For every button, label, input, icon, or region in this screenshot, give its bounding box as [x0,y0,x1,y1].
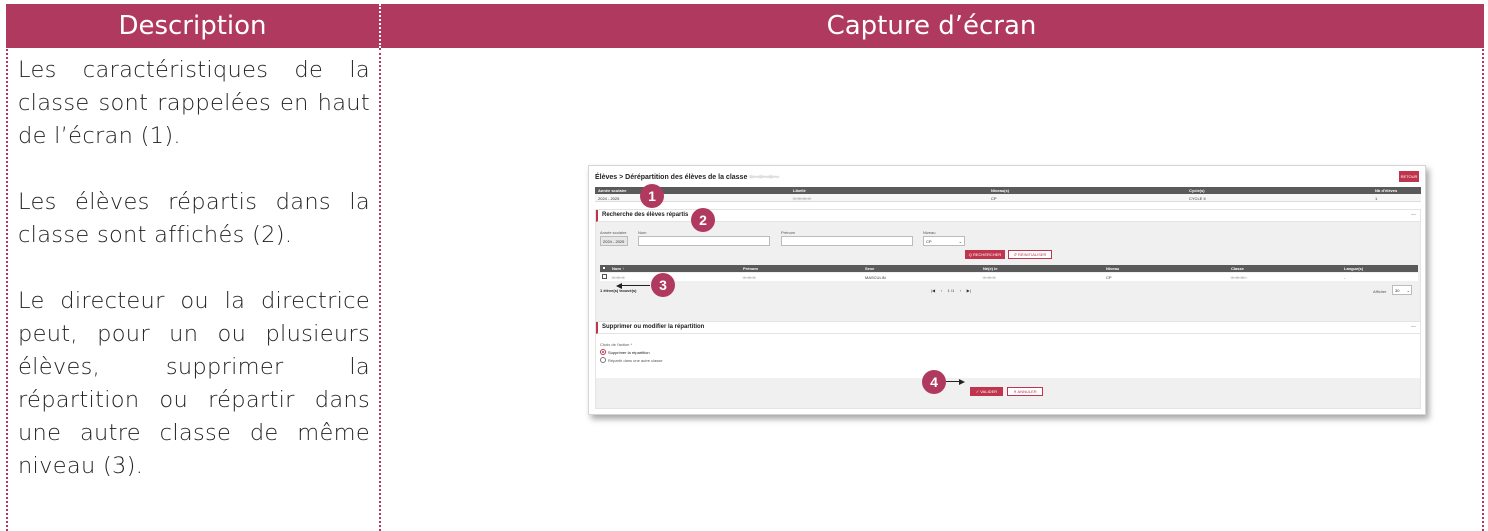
search-section-bar[interactable]: Recherche des élèves répartis — [596,210,1420,222]
nom-label: Nom [638,230,647,235]
info-col-annee: Année scolaire [598,188,627,193]
search-section: Recherche des élèves répartis — Année sc… [595,209,1421,326]
retour-button[interactable]: RETOUR [1399,171,1419,182]
header-description: Description [118,11,267,41]
prenom-label: Prénom [781,230,796,235]
info-nb: 1 [1375,196,1378,201]
col-nom[interactable]: Nom ↑ [612,266,624,271]
valider-button[interactable]: ✓ VALIDER [970,387,1003,396]
row-checkbox[interactable] [602,274,607,279]
description-paragraph-1: Les caractéristiques de la classe sont r… [18,57,370,149]
description-paragraph-3: Le directeur ou la directrice peut, pour… [18,288,370,479]
row-sexe: MASCULIN [865,275,886,280]
option-supprimer[interactable]: Supprimer la répartition [608,350,650,355]
row-prenom-blurred: ≈⁓≈⁓≈ [743,275,756,280]
class-info-row: 2024 - 2025 ≈⁓≈⁓≈⁓≈ CP CYCLE II 1 [595,194,1421,202]
info-cycles: CYCLE II [1189,196,1206,201]
info-col-niveaux: Niveau(x) [991,188,1010,193]
description-text: Les caractéristiques de la classe sont r… [18,54,370,516]
niveau-label: Niveau [923,230,936,235]
prenom-input[interactable] [781,236,913,246]
header-capture: Capture d’écran [826,11,1037,41]
table-row[interactable]: ≈⁓≈⁓≈ ≈⁓≈⁓≈ MASCULIN ≈⁓≈⁓≈ CP ≈⁓≈⁓≈⁓ - [600,273,1418,281]
row-date-blurred: ≈⁓≈⁓≈ [983,275,996,280]
table-border-left [6,4,8,531]
select-all-checkbox[interactable] [602,266,606,270]
col-niveau[interactable]: Niveau [1106,266,1119,271]
afficher-select[interactable]: 30 ⌄ [1392,285,1412,295]
page-title: Élèves > Dérépartition des élèves de la … [595,174,779,181]
class-info-header: Année scolaire Libellé Niveau(x) Cycle(s… [595,187,1421,194]
table-header-row: Description Capture d’écran [6,4,1484,48]
marker-1: 1 [640,184,664,208]
action-form: Choix de l’action * Supprimer la réparti… [596,334,1420,378]
col-sexe[interactable]: Sexe [865,266,874,271]
annee-field[interactable]: 2024 - 2025 [600,236,628,246]
chevron-down-icon: ⌄ [1406,288,1410,293]
marker-4: 4 [922,370,946,394]
collapse-icon[interactable]: — [1411,212,1416,218]
col-prenom[interactable]: Prénom [743,266,758,271]
arrow-4 [946,381,960,382]
info-col-libelle: Libellé [793,188,806,193]
description-paragraph-2: Les élèves répartis dans la classe sont … [18,189,370,248]
rechercher-button[interactable]: Q RECHERCHER [965,250,1005,259]
info-annee: 2024 - 2025 [598,196,620,201]
row-niveau: CP [1106,275,1112,280]
app-screenshot: Élèves > Dérépartition des élèves de la … [588,165,1426,415]
annuler-button[interactable]: ✕ ANNULER [1007,387,1043,396]
radio-supprimer[interactable] [600,349,606,355]
results-table-header: Nom ↑ Prénom Sexe Né(e) le Niveau Classe… [600,265,1418,272]
table-border-right [1482,4,1484,531]
option-repartir[interactable]: Répartir dans une autre classe [608,358,662,363]
radio-repartir[interactable] [600,357,606,363]
info-col-cycles: Cycle(s) [1189,188,1205,193]
table-border-middle [379,48,381,531]
col-langues[interactable]: Langue(s) [1344,266,1363,271]
nom-input[interactable] [638,236,770,246]
row-nom-blurred: ≈⁓≈⁓≈ [612,275,625,280]
reinitialiser-button[interactable]: ↺ RÉINITIALISER [1008,250,1052,259]
action-label: Choix de l’action * [600,342,633,347]
search-section-title: Recherche des élèves répartis [602,212,689,218]
info-col-nb: Nb d’élèves [1375,188,1398,193]
col-classe[interactable]: Classe [1231,266,1244,271]
info-libelle-blurred: ≈⁓≈⁓≈⁓≈ [793,196,811,201]
info-niveaux: CP [991,196,997,201]
action-section-bar[interactable]: Supprimer ou modifier la répartition — [596,322,1420,334]
col-ne-le[interactable]: Né(e) le [983,266,997,271]
arrow-right-icon [959,379,965,385]
marker-2: 2 [691,208,715,232]
action-section-title: Supprimer ou modifier la répartition [602,324,705,330]
arrow-left-icon [616,283,622,289]
row-classe-blurred: ≈⁓≈⁓≈⁓ [1231,275,1247,280]
niveau-select[interactable]: CP ⌄ [923,236,965,246]
chevron-down-icon: ⌄ [958,239,962,244]
afficher-label: Afficher [1373,289,1387,294]
marker-3: 3 [651,273,675,297]
collapse-icon[interactable]: — [1411,324,1416,330]
action-section: Supprimer ou modifier la répartition — C… [595,321,1421,409]
pagination[interactable]: |◀ ‹ 1 /1 › ▶| [931,288,971,293]
arrow-3 [620,285,650,286]
annee-label: Année scolaire [600,230,627,235]
row-langues: - [1344,275,1346,280]
